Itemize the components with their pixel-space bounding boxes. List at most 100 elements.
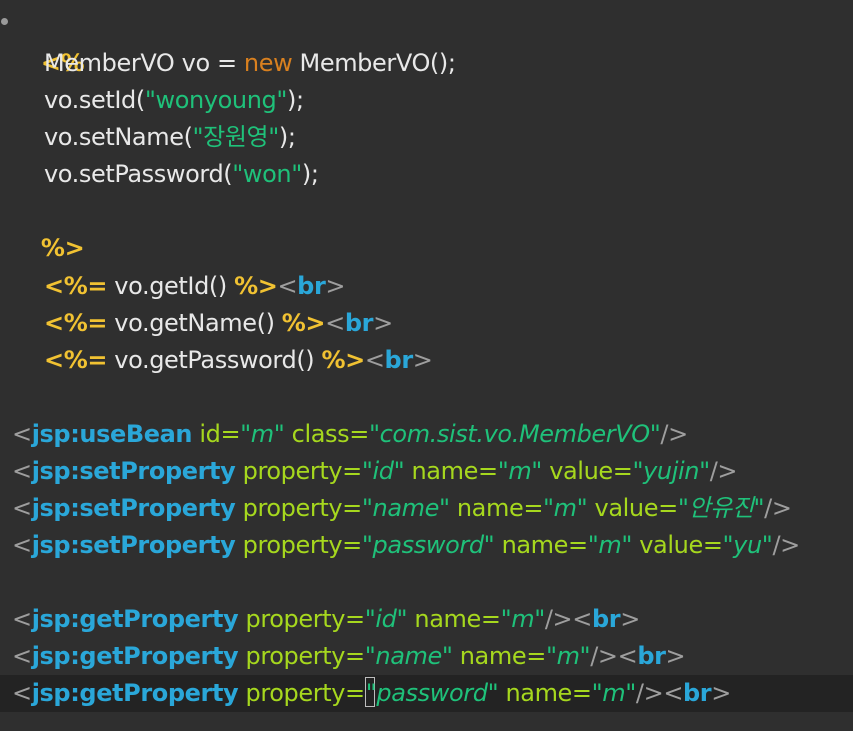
string-literal: "장원영" [192, 123, 280, 151]
code-line[interactable]: %> [12, 193, 85, 262]
attr-value: "name" [364, 642, 453, 670]
attr-name: id [199, 420, 221, 448]
attr-name: property [242, 531, 343, 559]
tag-bracket: /> [635, 679, 664, 707]
tag-setproperty: jsp:setProperty [31, 457, 236, 485]
attr-name: property [245, 605, 346, 633]
code-text: vo.setName( [44, 123, 193, 151]
attr-name: property [242, 457, 343, 485]
code-line[interactable]: MemberVO vo = new MemberVO(); [12, 45, 456, 82]
attr-name: name [414, 605, 481, 633]
tag-br: br [591, 605, 621, 633]
code-text: vo.getName() [107, 309, 282, 337]
attr-name: name [459, 642, 527, 670]
tag-bracket: < [325, 309, 345, 337]
tag-bracket: < [617, 642, 638, 670]
tag-getproperty: jsp:getProperty [31, 605, 239, 633]
tag-bracket: < [663, 679, 684, 707]
code-line[interactable]: <%= vo.getId() %><br> [12, 268, 346, 305]
attr-value: "yujin" [632, 457, 710, 485]
code-line[interactable]: <jsp:getProperty property="id" name="m"/… [12, 601, 640, 638]
attr-value: "yu" [722, 531, 773, 559]
code-line[interactable]: <%= vo.getName() %><br> [12, 305, 393, 342]
tag-setproperty: jsp:setProperty [31, 494, 236, 522]
attr-name: value [594, 494, 659, 522]
tag-bracket: < [12, 605, 32, 633]
code-line[interactable]: vo.setId("wonyoung"); [12, 82, 304, 119]
tag-br: br [297, 272, 326, 300]
string-literal: "won" [232, 160, 302, 188]
code-line-current[interactable]: <jsp:getProperty property="password" nam… [0, 675, 853, 712]
scroll-cut-fragment [36, 0, 76, 4]
tag-bracket: < [277, 272, 298, 300]
attr-value: "password" [361, 531, 495, 559]
tag-bracket: > [620, 605, 640, 633]
code-text: MemberVO(); [292, 49, 456, 77]
attr-value: "id" [364, 605, 408, 633]
fold-icon[interactable] [1, 18, 8, 25]
tag-bracket: < [12, 457, 32, 485]
tag-usebean: jsp:useBean [31, 420, 193, 448]
tag-getproperty: jsp:getProperty [31, 642, 239, 670]
tag-bracket: < [12, 531, 32, 559]
code-text: ); [278, 123, 296, 151]
tag-bracket: < [12, 679, 32, 707]
attr-value: "m" [240, 420, 285, 448]
code-line[interactable]: vo.setPassword("won"); [12, 156, 319, 193]
expression-close: %> [321, 346, 365, 374]
code-text: ); [301, 160, 319, 188]
tag-br: br [384, 346, 414, 374]
code-text: vo.getPassword() [107, 346, 322, 374]
tag-setproperty: jsp:setProperty [31, 531, 236, 559]
code-line[interactable]: <jsp:getProperty property="name" name="m… [12, 638, 686, 675]
code-line[interactable]: <%= vo.getPassword() %><br> [12, 342, 433, 379]
expression-close: %> [234, 272, 278, 300]
tag-bracket: < [364, 346, 385, 374]
attr-value: "m" [500, 605, 546, 633]
tag-bracket: < [12, 494, 32, 522]
attr-name: name [456, 494, 524, 522]
string-literal: "wonyoung" [144, 86, 288, 114]
attr-name: class [291, 420, 350, 448]
code-line[interactable]: <% [12, 8, 85, 77]
tag-br: br [637, 642, 666, 670]
attr-name: name [501, 531, 569, 559]
attr-name: property [242, 494, 343, 522]
attr-name: name [411, 457, 479, 485]
tag-br: br [683, 679, 712, 707]
code-editor[interactable]: <% MemberVO vo = new MemberVO(); vo.setI… [0, 0, 853, 731]
code-line[interactable]: vo.setName("장원영"); [12, 119, 296, 156]
tag-bracket: > [665, 642, 686, 670]
attr-value: "m" [543, 494, 588, 522]
keyword-new: new [243, 49, 293, 77]
tag-bracket: < [12, 420, 32, 448]
tag-bracket: > [325, 272, 346, 300]
tag-bracket: /> [709, 457, 738, 485]
expression-close: %> [281, 309, 326, 337]
tag-bracket: < [12, 642, 32, 670]
code-text: vo.setId( [44, 86, 145, 114]
attr-value: "m" [545, 642, 591, 670]
code-text: MemberVO vo = [44, 49, 244, 77]
attr-value: "m" [497, 457, 543, 485]
code-line[interactable]: <jsp:setProperty property="name" name="m… [12, 490, 792, 527]
attr-value: "m" [587, 531, 633, 559]
tag-bracket: > [412, 346, 433, 374]
attr-value: "id" [361, 457, 405, 485]
attr-name: value [549, 457, 613, 485]
tag-bracket: /> [660, 420, 688, 448]
code-line[interactable]: <jsp:setProperty property="id" name="m" … [12, 453, 738, 490]
attr-name: property [245, 642, 346, 670]
tag-bracket: /> [772, 531, 800, 559]
tag-br: br [344, 309, 374, 337]
attr-value: "com.sist.vo.MemberVO" [368, 420, 661, 448]
tag-bracket: < [572, 605, 592, 633]
tag-getproperty: jsp:getProperty [31, 679, 239, 707]
attr-name: name [505, 679, 572, 707]
tag-bracket: /> [590, 642, 618, 670]
code-text: ); [287, 86, 304, 114]
code-line[interactable]: <jsp:useBean id="m" class="com.sist.vo.M… [12, 416, 688, 453]
tag-bracket: > [373, 309, 393, 337]
code-line[interactable]: <jsp:setProperty property="password" nam… [12, 527, 800, 564]
attr-name: value [639, 531, 703, 559]
